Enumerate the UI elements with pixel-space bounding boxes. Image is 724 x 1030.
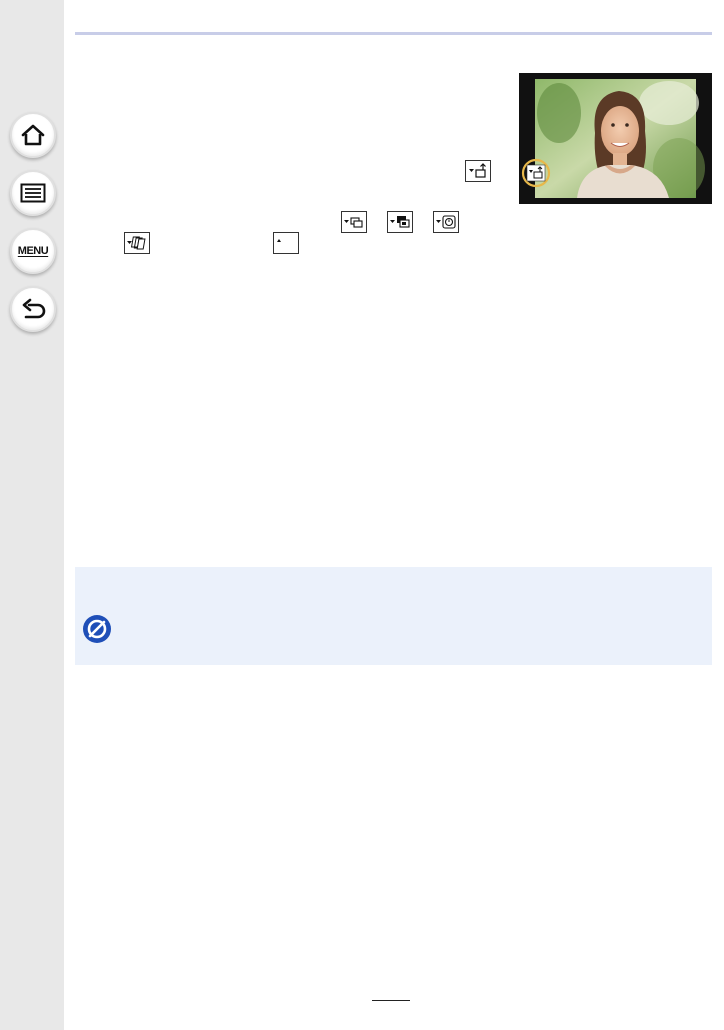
list-icon [20,183,46,203]
sample-photo [519,73,712,204]
self-timer-icon [433,211,459,233]
burst-h-icon [387,211,413,233]
menu-label: MENU [17,245,49,257]
menu-button[interactable]: MENU [10,228,56,274]
back-button[interactable] [10,286,56,332]
bracket-icon [124,232,150,254]
header-rule [75,32,712,35]
page-number-rule [372,1000,410,1001]
back-arrow-icon [22,298,46,319]
drive-mode-single-icon [465,160,491,182]
home-button[interactable] [10,112,56,158]
sidebar: MENU [0,0,64,1030]
note-box [75,567,712,665]
home-icon [21,124,45,146]
burst-icon [341,211,367,233]
contents-button[interactable] [10,170,56,216]
small-triangle-icon [273,232,299,254]
not-available-icon [82,614,112,644]
